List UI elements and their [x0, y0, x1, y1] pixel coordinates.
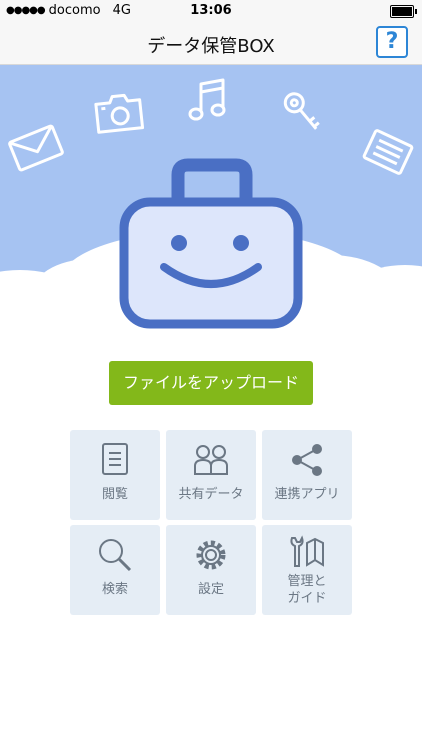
linked-apps-label: 連携アプリ [274, 487, 340, 502]
help-button[interactable]: ? [376, 26, 408, 58]
linked-apps-tile[interactable]: 連携アプリ [262, 430, 352, 520]
hero-scene [0, 65, 422, 345]
navigation-bar: データ保管BOX ? [0, 22, 422, 65]
shared-data-label: 共有データ [178, 487, 244, 502]
view-tile[interactable]: 閲覧 [70, 430, 160, 520]
battery-icon [390, 5, 417, 18]
shared-data-tile[interactable]: 共有データ [166, 430, 256, 520]
people-icon [194, 445, 228, 475]
search-icon [99, 539, 132, 572]
search-label: 検索 [101, 582, 128, 597]
document-list-icon [102, 443, 128, 475]
upload-file-button[interactable]: ファイルをアップロード [109, 361, 313, 405]
gear-icon [196, 540, 226, 570]
manage-guide-label: 管理と ガイド [262, 573, 352, 607]
manage-guide-label-line1: 管理と [287, 574, 327, 589]
settings-tile[interactable]: 設定 [166, 525, 256, 615]
status-time: 13:06 [190, 3, 232, 18]
share-icon [292, 444, 322, 476]
manage-guide-tile[interactable]: 管理と ガイド [262, 525, 352, 615]
search-tile[interactable]: 検索 [70, 525, 160, 615]
manage-guide-label-line2: ガイド [287, 591, 327, 606]
hero-illustration [0, 65, 422, 345]
view-label: 閲覧 [101, 487, 128, 502]
page-title: データ保管BOX [147, 36, 275, 57]
status-bar: ●●●●● docomo 4G 13:06 [0, 0, 422, 22]
settings-label: 設定 [197, 582, 224, 597]
tools-guide-icon [290, 535, 324, 567]
